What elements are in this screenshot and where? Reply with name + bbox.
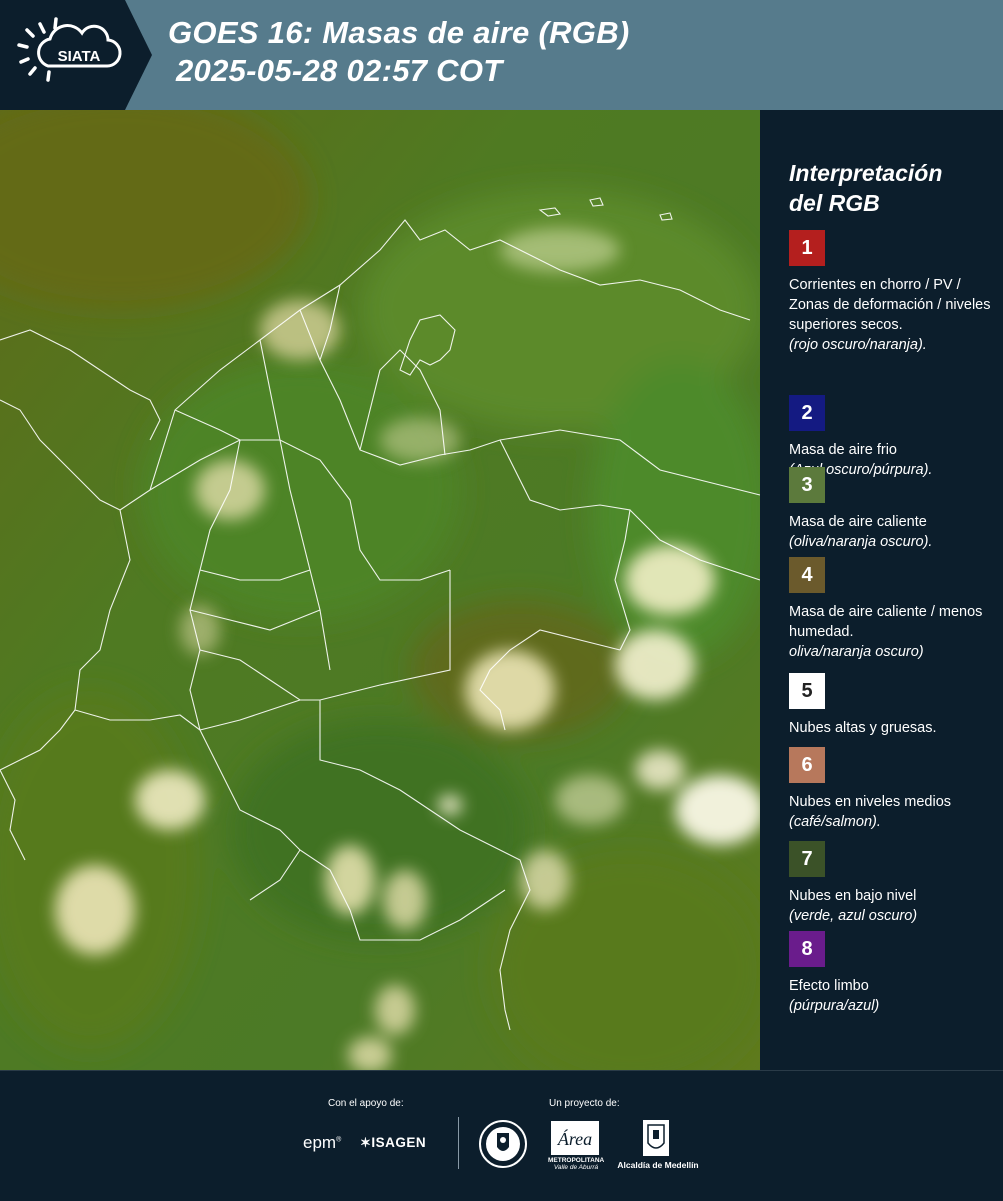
legend-description: Masa de aire caliente / menos humedad. ol… xyxy=(789,602,999,662)
epm-text: epm xyxy=(303,1133,337,1152)
legend-item-7: 7 Nubes en bajo nivel (verde, azul oscuro) xyxy=(789,841,999,926)
legend-swatch: 6 xyxy=(789,747,825,783)
legend-swatch: 1 xyxy=(789,230,825,266)
legend-main-text: Corrientes en chorro / PV / Zonas de def… xyxy=(789,277,991,333)
area-caption: METROPOLITANA Valle de Aburrá xyxy=(548,1157,604,1171)
legend-title: Interpretación del RGB xyxy=(789,158,942,218)
legend-description: Nubes altas y gruesas. xyxy=(789,718,999,738)
title-line-1: GOES 16: Masas de aire (RGB) xyxy=(168,15,630,50)
legend-title-line-1: Interpretación xyxy=(789,160,943,186)
legend-description: Masa de aire caliente (oliva/naranja oscu… xyxy=(789,512,999,552)
area-subcaption-text: Valle de Aburrá xyxy=(553,1164,599,1171)
svg-text:Área: Área xyxy=(557,1128,592,1149)
legend-description: Nubes en bajo nivel (verde, azul oscuro) xyxy=(789,886,999,926)
legend-item-8: 8 Efecto limbo (púrpura/azul) xyxy=(789,931,999,1016)
alcaldia-caption: Alcaldía de Medellín xyxy=(617,1160,699,1170)
legend-swatch: 7 xyxy=(789,841,825,877)
page-title: GOES 16: Masas de aire (RGB) 2025-05-28 … xyxy=(168,14,630,90)
legend-main-text: Masa de aire caliente / menos humedad. xyxy=(789,604,983,640)
logo-text: SIATA xyxy=(58,48,101,65)
legend-swatch: 2 xyxy=(789,395,825,431)
legend-description: Corrientes en chorro / PV / Zonas de def… xyxy=(789,275,999,355)
area-caption-text: METROPOLITANA xyxy=(548,1157,605,1164)
legend-main-text: Nubes altas y gruesas. xyxy=(789,720,937,736)
legend-swatch: 3 xyxy=(789,467,825,503)
alcaldia-shield-icon xyxy=(642,1119,670,1162)
legend-main-text: Masa de aire frio xyxy=(789,442,897,458)
legend-item-5: 5 Nubes altas y gruesas. xyxy=(789,673,999,738)
isagen-text: ISAGEN xyxy=(371,1135,427,1150)
epm-logo: epm® xyxy=(303,1133,342,1152)
legend-note-text: oliva/naranja oscuro) xyxy=(789,644,924,660)
isagen-logo: ✶ISAGEN xyxy=(360,1135,426,1151)
legend-main-text: Masa de aire caliente xyxy=(789,514,927,530)
legend-main-text: Nubes en bajo nivel xyxy=(789,888,917,904)
legend-note-text: (púrpura/azul) xyxy=(789,998,880,1014)
legend-main-text: Nubes en niveles medios xyxy=(789,794,952,810)
project-label: Un proyecto de: xyxy=(549,1098,620,1109)
footer-divider xyxy=(458,1117,459,1169)
medellin-emblem-icon xyxy=(478,1119,528,1174)
legend-item-3: 3 Masa de aire caliente (oliva/naranja osc… xyxy=(789,467,999,552)
area-metropolitana-logo: Área xyxy=(551,1121,599,1160)
title-line-2: 2025-05-28 02:57 COT xyxy=(176,53,503,88)
rgb-legend-panel: Interpretación del RGB 1 Corrientes en ch… xyxy=(760,110,1003,1070)
legend-swatch: 4 xyxy=(789,557,825,593)
legend-item-6: 6 Nubes en niveles medios (café/salmon). xyxy=(789,747,999,832)
legend-swatch: 8 xyxy=(789,931,825,967)
legend-item-4: 4 Masa de aire caliente / menos humedad. o… xyxy=(789,557,999,662)
legend-description: Efecto limbo (púrpura/azul) xyxy=(789,976,999,1016)
legend-title-line-2: del RGB xyxy=(789,190,880,216)
isagen-mark-icon: ✶ xyxy=(360,1135,372,1150)
legend-swatch: 5 xyxy=(789,673,825,709)
legend-description: Nubes en niveles medios (café/salmon). xyxy=(789,792,999,832)
legend-note-text: (verde, azul oscuro) xyxy=(789,908,918,924)
legend-note-text: (café/salmon). xyxy=(789,814,881,830)
footer: Con el apoyo de: Un proyecto de: epm® ✶I… xyxy=(0,1070,1003,1201)
support-label: Con el apoyo de: xyxy=(328,1098,404,1109)
legend-item-1: 1 Corrientes en chorro / PV / Zonas de de… xyxy=(789,230,999,355)
legend-note-text: (rojo oscuro/naranja). xyxy=(789,337,927,353)
legend-note-text: (oliva/naranja oscuro). xyxy=(789,534,933,550)
legend-main-text: Efecto limbo xyxy=(789,978,869,994)
satellite-rgb-map xyxy=(0,110,760,1070)
siata-logo: SIATA xyxy=(0,0,152,110)
header-bar: SIATA GOES 16: Masas de aire (RGB) 2025-… xyxy=(0,0,1003,110)
